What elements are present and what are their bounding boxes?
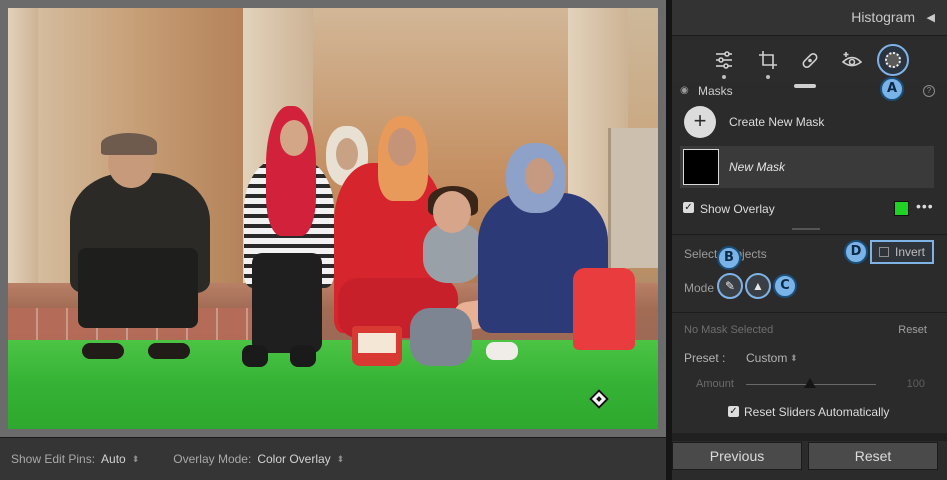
edit-pins-select[interactable]: Auto xyxy=(101,452,126,466)
girl-face xyxy=(433,191,471,233)
overlay-mode-label: Overlay Mode: xyxy=(173,452,252,466)
crop-icon[interactable] xyxy=(757,49,779,71)
red-eye-icon[interactable] xyxy=(841,49,863,71)
masks-label: Masks xyxy=(698,84,733,98)
section-handle xyxy=(792,228,820,230)
woman-face xyxy=(525,158,553,194)
shoe xyxy=(290,345,316,367)
callout-b: B xyxy=(717,246,741,270)
shoe xyxy=(242,345,268,367)
callout-c: C xyxy=(773,274,797,298)
create-new-mask-button[interactable]: + xyxy=(684,106,716,138)
masking-tool-icon[interactable] xyxy=(877,44,909,76)
invert-toggle[interactable]: Invert xyxy=(870,240,934,264)
more-options-icon[interactable]: ••• xyxy=(916,198,934,214)
mask-thumbnail xyxy=(683,149,719,185)
preset-chevron-icon[interactable]: ⬍ xyxy=(790,353,798,364)
overlay-mode-select[interactable]: Color Overlay xyxy=(257,452,330,466)
mode-add-subject-icon[interactable]: ▲ xyxy=(745,273,771,299)
photo-canvas xyxy=(0,0,666,437)
photo-preview[interactable] xyxy=(8,8,658,429)
reset-sliders-checkbox[interactable]: ✓ xyxy=(728,406,739,417)
edit-pins-label: Show Edit Pins: xyxy=(11,452,96,466)
panel-bottom-strip xyxy=(672,433,947,441)
callout-d: D xyxy=(844,240,868,264)
masks-header: ◉ Masks ? xyxy=(672,82,947,100)
preset-select[interactable]: Custom xyxy=(746,351,787,365)
grey-bag xyxy=(410,308,472,366)
pillar-left xyxy=(8,8,38,288)
help-icon[interactable]: ? xyxy=(923,85,935,97)
section-divider xyxy=(672,234,947,235)
amount-value: 100 xyxy=(906,378,925,390)
overlay-mode-chevron-icon[interactable]: ⬍ xyxy=(337,454,345,465)
edit-pins-chevron-icon[interactable]: ⬍ xyxy=(132,454,140,465)
no-mask-selected-label: No Mask Selected xyxy=(684,324,774,336)
tool-active-dot xyxy=(722,75,726,79)
preset-label: Preset : xyxy=(684,351,726,365)
mask-name: New Mask xyxy=(729,160,786,174)
amount-label: Amount xyxy=(696,378,734,390)
histogram-title: Histogram xyxy=(851,9,915,25)
woman-face xyxy=(336,138,358,170)
tool-active-dot xyxy=(766,75,770,79)
previous-button[interactable]: Previous xyxy=(672,442,802,470)
invert-label: Invert xyxy=(895,245,926,259)
red-bag xyxy=(573,268,635,350)
amount-slider-thumb[interactable] xyxy=(804,378,816,388)
show-overlay-label: Show Overlay xyxy=(700,202,775,216)
eye-icon[interactable]: ◉ xyxy=(680,85,689,96)
white-shoe xyxy=(486,342,518,360)
bucket-label xyxy=(358,333,396,353)
reset-button[interactable]: Reset xyxy=(808,442,938,470)
lightroom-window: Show Edit Pins: Auto ⬍ Overlay Mode: Col… xyxy=(0,0,947,480)
mask-list-item[interactable]: New Mask xyxy=(680,146,934,188)
woman-face xyxy=(388,128,416,166)
invert-checkbox[interactable] xyxy=(879,247,889,257)
man-shoe xyxy=(148,343,190,359)
show-overlay-checkbox[interactable]: ✓ xyxy=(683,202,694,213)
reset-sliders-label: Reset Sliders Automatically xyxy=(744,405,890,419)
overlay-color-swatch[interactable] xyxy=(894,201,909,216)
door xyxy=(608,128,658,268)
edit-sliders-icon[interactable] xyxy=(713,49,735,71)
develop-panel: Histogram ◀ A ◉ Masks ? + Create New Mas… xyxy=(672,0,947,480)
section-divider xyxy=(672,312,947,313)
woman-face xyxy=(280,120,308,156)
man-cap xyxy=(101,133,157,155)
canvas-toolbar: Show Edit Pins: Auto ⬍ Overlay Mode: Col… xyxy=(0,437,666,480)
healing-bandage-icon[interactable] xyxy=(799,49,821,71)
man-legs xyxy=(78,248,198,328)
mode-brush-icon[interactable]: ✎ xyxy=(717,273,743,299)
tool-strip: A xyxy=(672,40,947,101)
man-shoe xyxy=(82,343,124,359)
collapse-triangle-icon[interactable]: ◀ xyxy=(927,11,935,24)
create-new-mask-label[interactable]: Create New Mask xyxy=(729,115,824,129)
woman-striped-legs xyxy=(252,253,322,353)
reset-link[interactable]: Reset xyxy=(898,324,927,336)
histogram-header[interactable]: Histogram ◀ xyxy=(672,0,947,36)
mode-label: Mode xyxy=(684,281,715,295)
